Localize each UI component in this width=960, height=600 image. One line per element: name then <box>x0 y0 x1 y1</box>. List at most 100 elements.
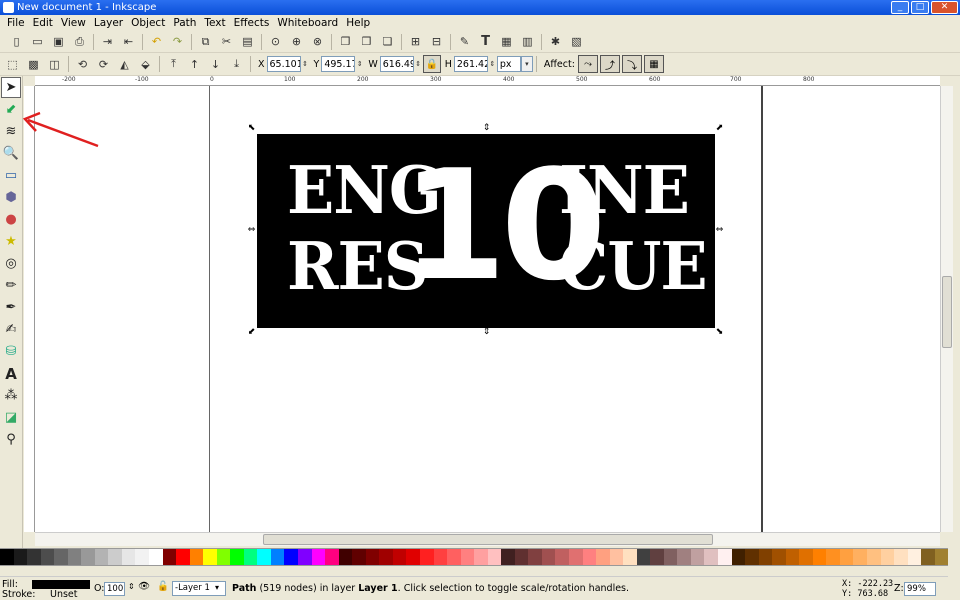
palette-swatch[interactable] <box>419 549 434 565</box>
menu-file[interactable]: File <box>3 17 29 29</box>
palette-swatch[interactable] <box>230 549 244 565</box>
scale-handle-right-icon[interactable]: ⇔ <box>715 226 724 235</box>
palette-swatch[interactable] <box>338 549 353 565</box>
lower-to-bottom-icon[interactable]: ⤓ <box>228 56 245 73</box>
palette-swatch[interactable] <box>203 549 217 565</box>
palette-swatch[interactable] <box>934 549 949 565</box>
palette-swatch[interactable] <box>582 549 597 565</box>
horizontal-scrollbar[interactable] <box>35 532 940 546</box>
tweak-tool-icon[interactable]: ≋ <box>1 121 21 142</box>
palette-swatch[interactable] <box>379 549 393 565</box>
palette-swatch[interactable] <box>501 549 515 565</box>
copy-icon[interactable]: ⧉ <box>197 33 214 50</box>
palette-swatch[interactable] <box>528 549 542 565</box>
zoom-field[interactable]: 99% <box>904 582 936 596</box>
maximize-button[interactable]: □ <box>911 1 929 14</box>
zoom-selection-icon[interactable]: ⊙ <box>267 33 284 50</box>
raise-to-top-icon[interactable]: ⤒ <box>165 56 182 73</box>
print-icon[interactable]: ⎙ <box>71 33 88 50</box>
visibility-eye-icon[interactable]: 👁 <box>138 581 150 592</box>
affect-gradients-icon[interactable]: ⤵ <box>621 55 642 73</box>
palette-swatch[interactable] <box>907 549 922 565</box>
selected-path-artwork[interactable]: ENG INE RES CUE 10 <box>257 134 715 328</box>
palette-swatch[interactable] <box>352 549 366 565</box>
palette-swatch[interactable] <box>650 549 664 565</box>
zoom-page-icon[interactable]: ⊗ <box>309 33 326 50</box>
palette-swatch[interactable] <box>731 549 746 565</box>
rotate-cw-icon[interactable]: ⟳ <box>95 56 112 73</box>
zoom-tool-icon[interactable]: 🔍 <box>1 143 21 164</box>
horizontal-ruler[interactable]: -200 -100 0 100 200 300 400 500 600 700 … <box>35 76 940 86</box>
palette-swatch[interactable] <box>162 549 177 565</box>
stroke-value[interactable]: Unset <box>50 589 78 600</box>
deselect-icon[interactable]: ◫ <box>46 56 63 73</box>
vertical-scroll-thumb[interactable] <box>942 276 952 348</box>
3d-box-tool-icon[interactable]: ⬢ <box>1 187 21 208</box>
open-folder-icon[interactable]: ▭ <box>29 33 46 50</box>
close-button[interactable]: ✕ <box>931 1 958 14</box>
palette-swatch[interactable] <box>717 549 732 565</box>
clone-icon[interactable]: ❒ <box>358 33 375 50</box>
fill-stroke-icon[interactable]: ✎ <box>456 33 473 50</box>
ungroup-icon[interactable]: ⊟ <box>428 33 445 50</box>
palette-scrollbar[interactable] <box>0 567 948 577</box>
palette-swatch[interactable] <box>758 549 773 565</box>
palette-swatch[interactable] <box>812 549 827 565</box>
dropper-tool-icon[interactable]: ⚲ <box>1 429 21 450</box>
horizontal-scroll-thumb[interactable] <box>263 534 713 545</box>
x-spin-arrows-icon[interactable]: ⇕ <box>301 60 310 68</box>
scale-handle-top-left-icon[interactable]: ⬉ <box>247 124 256 133</box>
menu-effects[interactable]: Effects <box>230 17 274 29</box>
affect-patterns-icon[interactable]: ▦ <box>643 55 664 73</box>
y-spin-arrows-icon[interactable]: ⇕ <box>355 60 364 68</box>
palette-swatch[interactable] <box>40 549 55 565</box>
document-properties-icon[interactable]: ▧ <box>568 33 585 50</box>
text-tool-icon[interactable]: A <box>1 363 21 384</box>
palette-swatch[interactable] <box>894 549 908 565</box>
undo-icon[interactable]: ↶ <box>148 33 165 50</box>
zoom-drawing-icon[interactable]: ⊕ <box>288 33 305 50</box>
palette-swatch[interactable] <box>663 549 678 565</box>
menu-help[interactable]: Help <box>342 17 374 29</box>
palette-swatch[interactable] <box>568 549 583 565</box>
palette-swatch[interactable] <box>243 549 258 565</box>
vertical-ruler[interactable] <box>24 86 35 532</box>
palette-swatch[interactable] <box>867 549 881 565</box>
scale-handle-top-icon[interactable]: ⇕ <box>482 124 491 133</box>
layer-dropdown-icon[interactable]: ▾ <box>215 583 219 592</box>
rectangle-tool-icon[interactable]: ▭ <box>1 165 21 186</box>
palette-swatch[interactable] <box>785 549 800 565</box>
w-field[interactable]: 616.491 <box>379 56 414 72</box>
palette-swatch[interactable] <box>257 549 271 565</box>
unit-select[interactable]: px <box>496 56 521 72</box>
palette-swatch[interactable] <box>406 549 420 565</box>
palette-swatch[interactable] <box>365 549 380 565</box>
palette-swatch[interactable] <box>772 549 786 565</box>
fill-swatch[interactable] <box>32 580 90 589</box>
menu-whiteboard[interactable]: Whiteboard <box>273 17 342 29</box>
affect-stroke-width-icon[interactable]: ⤳ <box>577 55 598 73</box>
scale-handle-left-icon[interactable]: ⇔ <box>247 226 256 235</box>
calligraphy-tool-icon[interactable]: ✍ <box>1 319 21 340</box>
menu-path[interactable]: Path <box>169 17 200 29</box>
cut-icon[interactable]: ✂ <box>218 33 235 50</box>
palette-swatch[interactable] <box>447 549 461 565</box>
w-spin-arrows-icon[interactable]: ⇕ <box>414 60 423 68</box>
palette-swatch[interactable] <box>149 549 163 565</box>
save-icon[interactable]: ▣ <box>50 33 67 50</box>
x-field[interactable]: 65.101 <box>266 56 301 72</box>
palette-swatch[interactable] <box>487 549 502 565</box>
drawing-canvas[interactable]: ENG INE RES CUE 10 ⬉ ⇕ ⬈ ⇔ ⇔ ⬋ ⇕ ⬊ <box>35 86 940 532</box>
palette-swatch[interactable] <box>677 549 691 565</box>
palette-swatch[interactable] <box>13 549 28 565</box>
scale-handle-bottom-icon[interactable]: ⇕ <box>482 328 491 337</box>
palette-swatch[interactable] <box>541 549 556 565</box>
opacity-spin-icon[interactable]: ⇕ <box>128 582 135 591</box>
gradient-tool-icon[interactable]: ◪ <box>1 407 21 428</box>
palette-swatch[interactable] <box>81 549 95 565</box>
palette-swatch[interactable] <box>94 549 109 565</box>
palette-swatch[interactable] <box>921 549 935 565</box>
palette-swatch[interactable] <box>690 549 705 565</box>
scale-handle-bottom-left-icon[interactable]: ⬋ <box>247 328 256 337</box>
palette-swatch[interactable] <box>609 549 624 565</box>
